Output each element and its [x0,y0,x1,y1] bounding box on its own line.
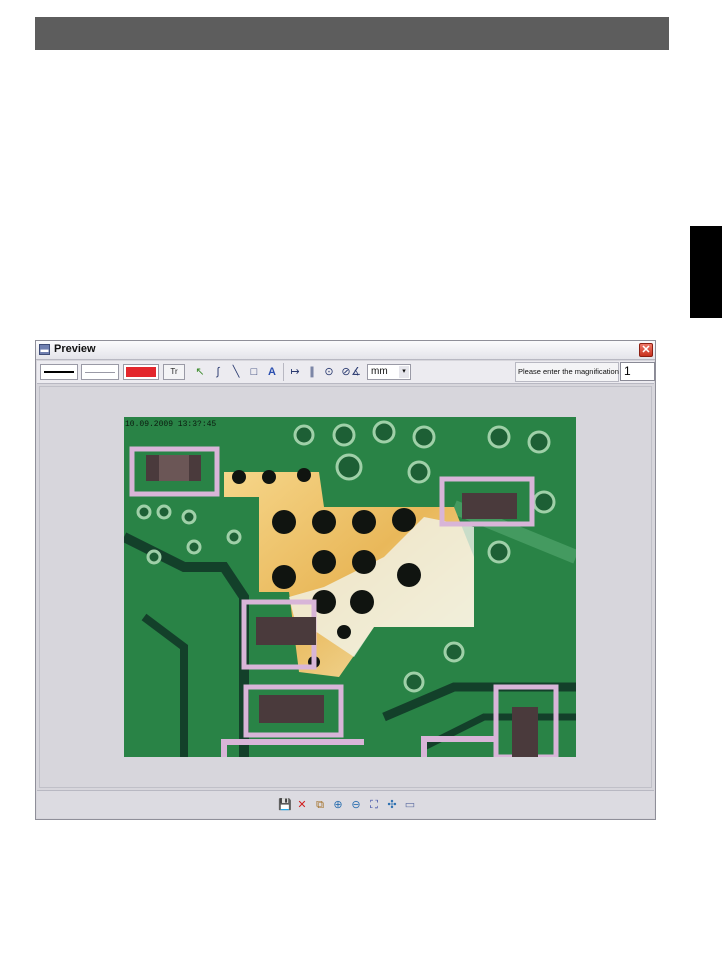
annotation-toolbar: Tr ↖ ∫ ╲ □ A ↦ ∥ ⊙ ⊘ ∡ mm ▾ Please enter… [37,361,655,384]
fit-to-window-icon[interactable]: ⛶ [367,798,381,812]
magnification-input[interactable]: 1 [620,362,655,381]
zoom-out-icon[interactable]: ⊖ [349,798,363,812]
thin-stroke-icon [85,372,115,373]
manual-side-tab [690,226,722,318]
measure-angle-icon[interactable]: ∡ [347,364,365,380]
full-screen-icon[interactable]: ▭ [403,798,417,812]
line-tool-icon[interactable]: ╲ [227,364,245,380]
image-canvas[interactable]: 10.09.2009 13:3?:45 [39,386,652,788]
zoom-in-icon[interactable]: ⊕ [331,798,345,812]
freehand-tool-icon[interactable]: ∫ [209,364,227,380]
measure-distance-icon[interactable]: ↦ [286,364,304,380]
unit-select[interactable]: mm ▾ [367,364,411,380]
window-menu-icon[interactable]: ▬ [39,344,50,355]
manual-header-bar [35,17,669,50]
rectangle-tool-icon[interactable]: □ [245,364,263,380]
magnification-label: Please enter the magnification [515,362,619,382]
preview-window: ▬ Preview ✕ Tr ↖ ∫ ╲ □ A ↦ ∥ ⊙ ⊘ ∡ mm ▾ … [35,340,656,820]
copy-icon[interactable]: ⧉ [313,798,327,812]
measure-circle-icon[interactable]: ⊙ [320,364,338,380]
measure-polyline-icon[interactable]: ∥ [303,364,321,380]
title-bar[interactable]: ▬ Preview ✕ [36,341,655,360]
window-title: Preview [54,343,96,355]
toolbar-divider [283,363,284,381]
chevron-down-icon[interactable]: ▾ [399,366,409,378]
arrow-tool-icon[interactable]: ↖ [191,364,209,380]
color-swatch [126,367,156,377]
thick-stroke-icon [44,371,74,373]
bottom-toolbar: 💾 ✕ ⧉ ⊕ ⊖ ⛶ ✣ ▭ [37,790,654,818]
line-width-thin-button[interactable] [81,364,119,380]
save-icon[interactable]: 💾 [278,798,292,812]
pen-color-button[interactable] [123,364,159,380]
image-timestamp: 10.09.2009 13:3?:45 [125,420,216,429]
actual-size-icon[interactable]: ✣ [385,798,399,812]
microscope-image: 10.09.2009 13:3?:45 [124,417,576,757]
delete-icon[interactable]: ✕ [295,798,309,812]
line-width-thick-button[interactable] [40,364,78,380]
text-tool-icon[interactable]: A [263,364,281,380]
close-button[interactable]: ✕ [639,343,653,357]
font-button[interactable]: Tr [163,364,185,380]
unit-select-value: mm [371,366,388,377]
